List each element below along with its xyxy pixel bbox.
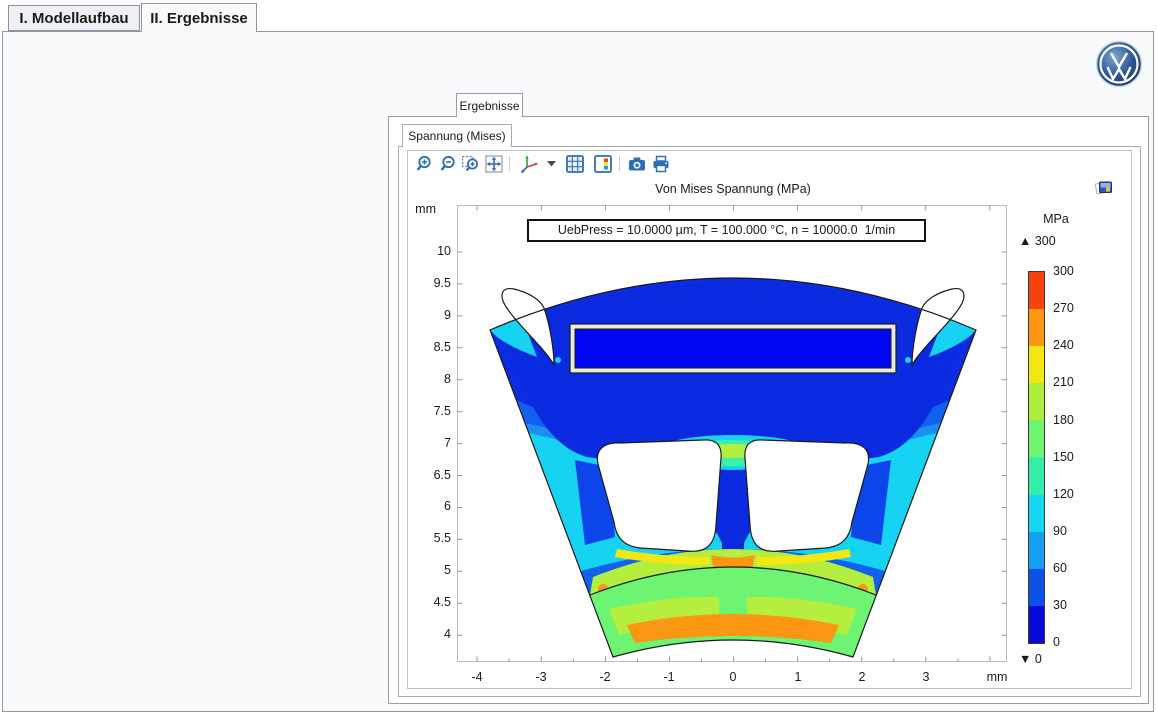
colorbar-tick-label: 240 [1053,338,1095,352]
colorbar-segment [1029,457,1044,494]
plot-annotation: UebPress = 10.0000 µm, T = 100.000 °C, n… [527,219,926,242]
colorbar-segment [1029,272,1044,309]
print-icon[interactable] [650,153,672,175]
colorbar-min-marker: ▼ 0 [1019,652,1042,666]
plot-title: Von Mises Spannung (MPa) [503,182,963,196]
tab-ergebnisse[interactable]: II. Ergebnisse [141,3,257,32]
x-tick-label: -2 [585,670,625,684]
colorbar-segment [1029,420,1044,457]
vw-logo [1095,40,1143,88]
x-tick-label: -1 [649,670,689,684]
tab-ergebnisse-view[interactable]: Ergebnisse [456,93,523,117]
x-axis-unit: mm [975,670,1019,684]
tab-label: Ergebnisse [459,99,519,113]
x-tick-label: 2 [842,670,882,684]
toolbar-separator [619,156,620,171]
colorbar-segment [1029,532,1044,569]
colorbar-unit: MPa [1031,212,1081,226]
contour-plot-canvas [457,205,1007,662]
y-tick-label: 4.5 [411,595,451,609]
y-tick-label: 9.5 [411,276,451,290]
colorbar-segment [1029,309,1044,346]
view-orientation-icon[interactable] [518,153,544,175]
colorbar-tick-label: 120 [1053,487,1095,501]
y-tick-label: 6 [411,499,451,513]
x-tick-label: -3 [521,670,561,684]
x-tick-label: 0 [713,670,753,684]
colorbar-tick-label: 210 [1053,375,1095,389]
y-tick-label: 7.5 [411,404,451,418]
zoom-out-icon[interactable] [438,153,460,175]
zoom-extents-icon[interactable] [483,153,505,175]
y-tick-label: 9 [411,308,451,322]
y-tick-label: 7 [411,436,451,450]
y-tick-label: 8 [411,372,451,386]
tab-label: I. Modellaufbau [19,10,128,27]
vw-logo-icon [1095,40,1143,88]
y-tick-label: 10 [411,244,451,258]
y-tick-label: 6.5 [411,468,451,482]
colorbar-segment [1029,606,1044,643]
colorbar-tick-label: 30 [1053,598,1095,612]
snapshot-camera-icon[interactable] [626,153,648,175]
colorbar-tick-label: 0 [1053,635,1095,649]
grid-icon[interactable] [564,153,586,175]
magnet-rectangle [570,324,896,373]
toolbar-separator [509,156,510,171]
colorbar-toggle-icon[interactable] [592,153,614,175]
von-mises-contour-plot[interactable] [457,205,1007,662]
zoom-box-icon[interactable] [460,153,482,175]
colorbar-tick-label: 90 [1053,524,1095,538]
colorbar-tick-label: 270 [1053,301,1095,315]
colorbar-segment [1029,346,1044,383]
chevron-down-icon[interactable] [545,153,557,175]
y-tick-label: 5 [411,563,451,577]
colorbar [1029,272,1044,643]
y-axis-unit: mm [406,202,436,216]
y-tick-label: 5.5 [411,531,451,545]
zoom-in-icon[interactable] [414,153,436,175]
tab-label: Spannung (Mises) [408,129,505,143]
x-tick-label: -4 [457,670,497,684]
colorbar-max-marker: ▲ 300 [1019,234,1056,248]
tab-label: II. Ergebnisse [150,10,248,27]
colorbar-segment [1029,569,1044,606]
x-tick-label: 1 [778,670,818,684]
app-window: I. Modellaufbau II. Ergebnisse i Letzte … [0,0,1157,720]
colorbar-tick-label: 150 [1053,450,1095,464]
colorbar-segment [1029,495,1044,532]
tab-modellaufbau[interactable]: I. Modellaufbau [8,5,140,31]
colorbar-tick-label: 300 [1053,264,1095,278]
y-tick-label: 4 [411,627,451,641]
y-tick-label: 8.5 [411,340,451,354]
colorbar-tick-label: 180 [1053,413,1095,427]
colorbar-segment [1029,383,1044,420]
plot-thumbnail-icon[interactable] [1095,179,1114,196]
x-tick-label: 3 [906,670,946,684]
colorbar-tick-label: 60 [1053,561,1095,575]
tab-spannung-mises[interactable]: Spannung (Mises) [402,124,512,147]
